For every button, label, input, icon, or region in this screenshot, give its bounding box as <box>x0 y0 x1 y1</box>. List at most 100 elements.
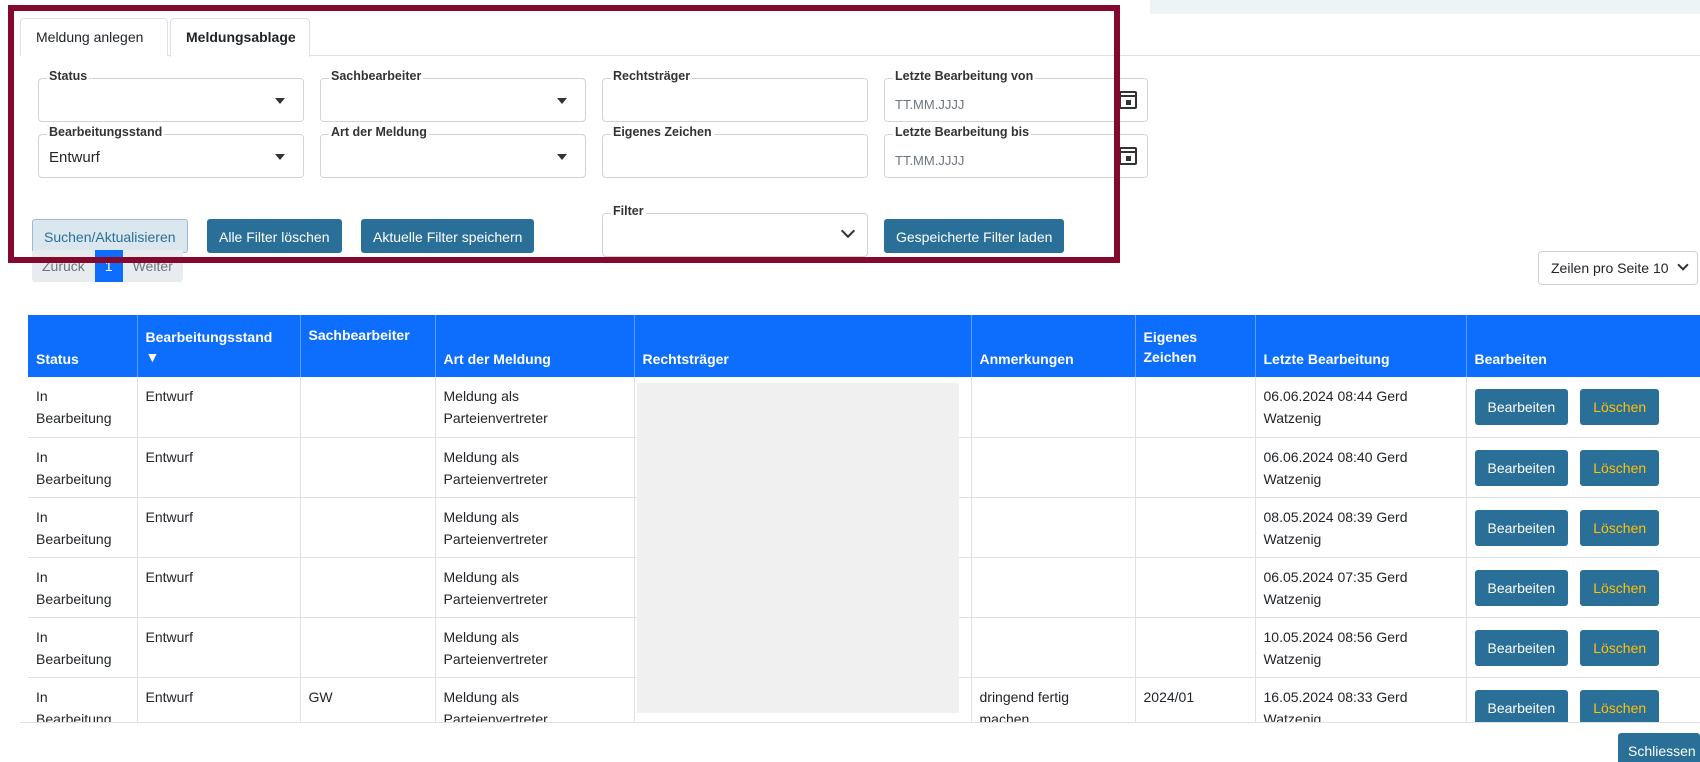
cell-letzte-bearbeitung: 16.05.2024 08:33 Gerd Watzenig <box>1255 677 1467 723</box>
col-art-der-meldung[interactable]: Art der Meldung <box>435 315 635 377</box>
search-button[interactable]: Suchen/Aktualisieren <box>32 219 188 253</box>
cell-bearbeitungsstand: Entwurf <box>137 617 301 678</box>
cell-actions: Bearbeiten Löschen <box>1466 437 1700 498</box>
filter-label: Filter <box>611 204 646 218</box>
edit-button[interactable]: Bearbeiten <box>1474 689 1569 722</box>
col-eigenes-zeichen-line2: Zeichen <box>1143 349 1197 365</box>
eigenes-zeichen-label: Eigenes Zeichen <box>611 125 714 139</box>
sachbearbeiter-select[interactable]: Sachbearbeiter <box>320 69 586 122</box>
caret-down-icon <box>557 154 567 160</box>
status-line2: Bearbeitung <box>36 710 112 723</box>
delete-button[interactable]: Löschen <box>1580 629 1660 666</box>
col-anmerkungen[interactable]: Anmerkungen <box>971 315 1136 377</box>
art-der-meldung-select[interactable]: Art der Meldung <box>320 125 586 178</box>
art-line2: Parteienvertreter <box>443 590 548 607</box>
cell-anmerkungen <box>971 497 1136 558</box>
letzte-bearbeitung-bis-field[interactable]: Letzte Bearbeitung bis TT.MM.JJJJ <box>884 125 1148 178</box>
tab-meldungsablage[interactable]: Meldungsablage <box>170 18 310 57</box>
edit-button[interactable]: Bearbeiten <box>1474 569 1569 606</box>
cell-bearbeitungsstand: Entwurf <box>137 677 301 722</box>
status-line2: Bearbeitung <box>36 410 112 426</box>
cell-status: In Bearbeitung <box>28 377 138 438</box>
art-line2: Parteienvertreter <box>443 530 548 547</box>
eigenes-zeichen-input[interactable]: Eigenes Zeichen <box>602 125 868 178</box>
art-line2: Parteienvertreter <box>443 650 548 667</box>
delete-button[interactable]: Löschen <box>1580 689 1660 722</box>
close-button[interactable]: Schliessen <box>1618 733 1700 762</box>
cell-anmerkungen <box>971 557 1136 618</box>
load-filters-button[interactable]: Gespeicherte Filter laden <box>884 219 1065 253</box>
caret-down-icon <box>275 98 285 104</box>
lb-line1: 16.05.2024 08:33 Gerd <box>1263 688 1408 705</box>
cell-art: Meldung als Parteienvertreter <box>435 377 635 438</box>
status-line1: In <box>36 448 48 465</box>
status-label: Status <box>47 69 90 83</box>
redacted-area <box>637 383 959 713</box>
cell-eigenes-zeichen <box>1135 437 1256 498</box>
anm-line1: dringend fertig <box>979 688 1070 705</box>
rechtstraeger-input[interactable]: Rechtsträger <box>602 69 868 122</box>
lb-line1: 08.05.2024 08:39 Gerd <box>1263 508 1408 525</box>
calendar-icon[interactable] <box>1119 147 1137 165</box>
tab-bar: Meldung anlegen Meldungsablage <box>20 18 1700 57</box>
edit-button[interactable]: Bearbeiten <box>1474 449 1569 486</box>
status-select[interactable]: Status <box>38 69 304 122</box>
cell-letzte-bearbeitung: 08.05.2024 08:39 Gerd Watzenig <box>1255 497 1467 558</box>
cell-art: Meldung als Parteienvertreter <box>435 437 635 498</box>
pagination-prev[interactable]: Zurück <box>32 250 95 282</box>
cell-status: In Bearbeitung <box>28 617 138 678</box>
pagination: Zurück 1 Weiter <box>32 250 183 282</box>
col-bearbeiten: Bearbeiten <box>1466 315 1700 377</box>
date-placeholder: TT.MM.JJJJ <box>895 97 965 112</box>
col-status[interactable]: Status <box>28 315 138 377</box>
status-line2: Bearbeitung <box>36 590 112 607</box>
edit-button[interactable]: Bearbeiten <box>1474 629 1569 666</box>
art-line1: Meldung als <box>443 688 520 705</box>
letzte-bearbeitung-von-field[interactable]: Letzte Bearbeitung von TT.MM.JJJJ <box>884 69 1148 122</box>
lb-line2: Watzenig <box>1263 470 1322 487</box>
cell-art: Meldung als Parteienvertreter <box>435 617 635 678</box>
col-eigenes-zeichen[interactable]: Eigenes Zeichen <box>1135 315 1256 377</box>
cell-sachbearbeiter <box>300 617 436 678</box>
col-sachbearbeiter[interactable]: Sachbearbeiter <box>300 315 436 377</box>
edit-button[interactable]: Bearbeiten <box>1474 509 1569 546</box>
cell-eigenes-zeichen <box>1135 617 1256 678</box>
letzte-bearbeitung-bis-label: Letzte Bearbeitung bis <box>893 125 1032 139</box>
col-rechtstraeger[interactable]: Rechtsträger <box>634 315 972 377</box>
save-filters-button[interactable]: Aktuelle Filter speichern <box>361 219 535 253</box>
delete-button[interactable]: Löschen <box>1580 449 1660 486</box>
delete-button[interactable]: Löschen <box>1580 569 1660 606</box>
cell-actions: Bearbeiten Löschen <box>1466 677 1700 722</box>
cell-anmerkungen <box>971 377 1136 438</box>
calendar-icon[interactable] <box>1119 91 1137 109</box>
cell-actions: Bearbeiten Löschen <box>1466 377 1700 438</box>
chevron-down-icon <box>1677 259 1689 271</box>
cell-sachbearbeiter <box>300 437 436 498</box>
col-bearbeitungsstand[interactable]: Bearbeitungsstand ▼ <box>137 315 301 377</box>
delete-button[interactable]: Löschen <box>1580 389 1660 425</box>
col-eigenes-zeichen-line1: Eigenes <box>1143 329 1198 345</box>
cell-sachbearbeiter <box>300 377 436 438</box>
pagination-page[interactable]: 1 <box>94 250 123 282</box>
filter-select[interactable]: Filter <box>602 204 868 257</box>
tab-meldung-anlegen[interactable]: Meldung anlegen <box>20 18 168 56</box>
cell-bearbeitungsstand: Entwurf <box>137 437 301 498</box>
rows-per-page-select[interactable]: Zeilen pro Seite 10 <box>1538 251 1698 285</box>
clear-filters-button[interactable]: Alle Filter löschen <box>207 219 342 253</box>
art-line1: Meldung als <box>443 628 520 645</box>
delete-button[interactable]: Löschen <box>1580 509 1660 546</box>
footer-divider <box>20 722 1700 723</box>
top-strip <box>1150 0 1700 14</box>
cell-sachbearbeiter <box>300 557 436 618</box>
cell-letzte-bearbeitung: 06.06.2024 08:44 Gerd Watzenig <box>1255 377 1467 438</box>
lb-line1: 10.05.2024 08:56 Gerd <box>1263 628 1408 645</box>
cell-eigenes-zeichen <box>1135 557 1256 618</box>
status-line1: In <box>36 508 48 525</box>
bearbeitungsstand-select[interactable]: Bearbeitungsstand Entwurf <box>38 125 304 178</box>
lb-line1: 06.06.2024 08:44 Gerd <box>1263 388 1408 404</box>
edit-button[interactable]: Bearbeiten <box>1474 389 1569 425</box>
lb-line2: Watzenig <box>1263 710 1322 723</box>
pagination-next[interactable]: Weiter <box>123 250 183 282</box>
col-letzte-bearbeitung[interactable]: Letzte Bearbeitung <box>1255 315 1467 377</box>
cell-anmerkungen: dringend fertig machen <box>971 677 1136 722</box>
